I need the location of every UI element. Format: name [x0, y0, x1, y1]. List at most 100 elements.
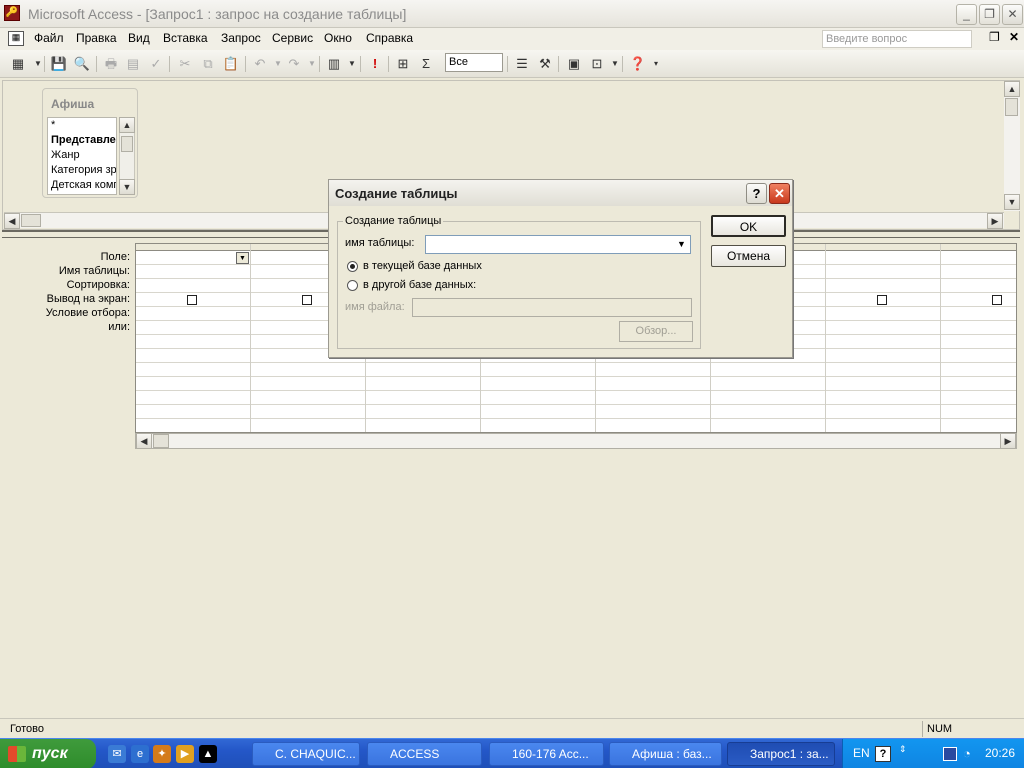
menu-window[interactable]: Окно	[324, 31, 352, 45]
menu-help[interactable]: Справка	[366, 31, 413, 45]
window-title: Microsoft Access - [Запрос1 : запрос на …	[28, 6, 407, 22]
paste-icon[interactable]: 📋	[221, 54, 241, 74]
field-dropdown-icon[interactable]: ▼	[236, 252, 249, 264]
table-field-list[interactable]: Афиша * Представления Жанр Категория зри…	[42, 88, 138, 198]
scroll-thumb[interactable]	[1005, 98, 1018, 116]
view-icon[interactable]: ▦	[8, 54, 28, 74]
menu-edit[interactable]: Правка	[76, 31, 117, 45]
table-pane-vscrollbar[interactable]: ▲ ▼	[1004, 81, 1020, 211]
terminal-icon[interactable]: ▲	[199, 745, 217, 763]
show-checkbox[interactable]	[877, 295, 887, 305]
query-type-dropdown-icon[interactable]: ▼	[342, 54, 362, 74]
toolbar-separator	[319, 56, 320, 72]
dialog-help-button[interactable]: ?	[746, 183, 767, 204]
tray-options-icon[interactable]: ⇕	[899, 744, 907, 755]
scroll-down-icon[interactable]: ▼	[119, 179, 135, 195]
menu-tools[interactable]: Сервис	[272, 31, 313, 45]
scroll-thumb[interactable]	[121, 136, 133, 152]
close-button[interactable]: ✕	[1002, 4, 1023, 25]
help-icon[interactable]: ❓	[628, 54, 648, 74]
copy-icon[interactable]: ⧉	[198, 54, 218, 74]
field-item[interactable]: Представления	[48, 133, 116, 148]
save-icon[interactable]: 💾	[49, 54, 69, 74]
menu-view[interactable]: Вид	[128, 31, 150, 45]
scroll-thumb[interactable]	[21, 214, 41, 227]
language-indicator[interactable]: EN	[853, 746, 870, 760]
show-checkbox[interactable]	[302, 295, 312, 305]
menu-insert[interactable]: Вставка	[163, 31, 208, 45]
menu-file[interactable]: Файл	[34, 31, 64, 45]
file-name-input[interactable]	[412, 298, 692, 317]
undo-icon[interactable]: ↶	[250, 54, 270, 74]
show-checkbox[interactable]	[992, 295, 1002, 305]
query-type-icon[interactable]: ▥	[324, 54, 344, 74]
totals-icon[interactable]: Σ	[416, 54, 436, 74]
field-item[interactable]: *	[48, 118, 116, 133]
chevron-down-icon[interactable]: ▼	[673, 236, 690, 253]
restore-button[interactable]: ❐	[979, 4, 1000, 25]
field-item[interactable]: Жанр	[48, 148, 116, 163]
grid-column[interactable]	[826, 244, 941, 432]
redo-icon[interactable]: ↷	[284, 54, 304, 74]
cut-icon[interactable]: ✂	[175, 54, 195, 74]
grid-column[interactable]	[941, 244, 1016, 432]
cancel-button[interactable]: Отмена	[711, 245, 786, 267]
ok-button[interactable]: OK	[711, 215, 786, 237]
build-icon[interactable]: ⚒	[535, 54, 555, 74]
new-object-icon[interactable]: ⊡	[587, 54, 607, 74]
help-tray-icon[interactable]: ?	[875, 746, 891, 762]
print-icon[interactable]: 🖶	[101, 54, 121, 74]
run-icon[interactable]: !	[365, 54, 385, 74]
field-item[interactable]: Детская компания	[48, 178, 116, 193]
browse-button[interactable]: Обзор...	[619, 321, 693, 342]
toolbar-options-icon[interactable]: ▾	[646, 54, 666, 74]
system-tray: EN ? ⇕ ◔ 20:26	[842, 739, 1024, 768]
show-checkbox[interactable]	[187, 295, 197, 305]
scroll-right-icon[interactable]: ▶	[987, 213, 1003, 229]
database-window-icon[interactable]: ▣	[564, 54, 584, 74]
scroll-up-icon[interactable]: ▲	[119, 117, 135, 133]
show-table-icon[interactable]: ⊞	[393, 54, 413, 74]
scroll-left-icon[interactable]: ◀	[136, 433, 152, 449]
radio-current-db-label[interactable]: в текущей базе данных	[363, 260, 482, 272]
media-player-icon[interactable]: ▶	[176, 745, 194, 763]
print-preview-icon[interactable]: ▤	[123, 54, 143, 74]
menu-query[interactable]: Запрос	[221, 31, 261, 45]
radio-other-db-label[interactable]: в другой базе данных:	[363, 279, 476, 291]
minimize-button[interactable]: _	[956, 4, 977, 25]
grid-column[interactable]: ▼	[136, 244, 251, 432]
task-word-doc[interactable]: 160-176 Acc...	[489, 742, 604, 766]
document-icon[interactable]: ▦	[8, 31, 24, 46]
doc-restore-icon[interactable]: ❐	[989, 30, 1000, 44]
top-values-combo[interactable]: Все	[445, 53, 503, 72]
scroll-thumb[interactable]	[153, 434, 169, 448]
radio-other-db[interactable]	[347, 280, 358, 291]
network-icon[interactable]	[943, 747, 957, 761]
scroll-up-icon[interactable]: ▲	[1004, 81, 1020, 97]
grid-hscrollbar[interactable]: ◀ ▶	[135, 433, 1017, 449]
scroll-right-icon[interactable]: ▶	[1000, 433, 1016, 449]
access-app-icon[interactable]: 🔑	[4, 5, 20, 21]
search-icon[interactable]: 🔍	[72, 54, 92, 74]
outlook-icon[interactable]: ✉	[108, 745, 126, 763]
field-item[interactable]: Категория зрителей	[48, 163, 116, 178]
scroll-down-icon[interactable]: ▼	[1004, 194, 1020, 210]
dialog-close-button[interactable]: ✕	[769, 183, 790, 204]
task-chaquic[interactable]: C. CHAQUIC...	[252, 742, 360, 766]
task-query1[interactable]: Запрос1 : за...	[727, 742, 835, 766]
scroll-left-icon[interactable]: ◀	[4, 213, 20, 229]
app-icon[interactable]: ✦	[153, 745, 171, 763]
table-name-combo[interactable]	[425, 235, 691, 254]
task-access-folder[interactable]: ACCESS	[367, 742, 482, 766]
spelling-icon[interactable]: ✓	[146, 54, 166, 74]
doc-close-icon[interactable]: ✕	[1009, 30, 1019, 44]
ask-question-input[interactable]: Введите вопрос	[822, 30, 972, 48]
field-list[interactable]: * Представления Жанр Категория зрителей …	[47, 117, 117, 195]
task-afisha-db[interactable]: Афиша : баз...	[609, 742, 722, 766]
volume-icon[interactable]: ◔	[963, 746, 971, 761]
view-dropdown-icon[interactable]: ▼	[28, 54, 48, 74]
radio-current-db[interactable]	[347, 261, 358, 272]
properties-icon[interactable]: ☰	[512, 54, 532, 74]
ie-icon[interactable]: e	[131, 745, 149, 763]
field-list-scrollbar[interactable]: ▲ ▼	[119, 117, 135, 195]
